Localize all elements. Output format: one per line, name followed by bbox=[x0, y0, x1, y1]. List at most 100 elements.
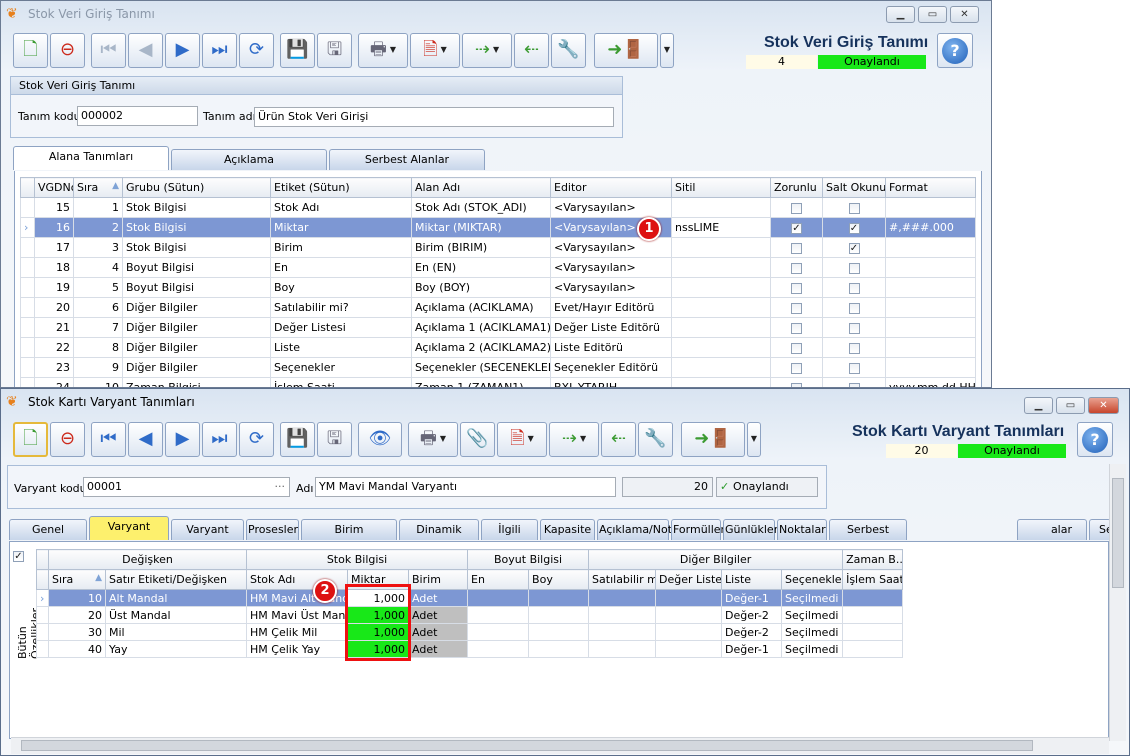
cell-no[interactable]: 18 bbox=[34, 257, 74, 278]
maximize-button[interactable]: ▭ bbox=[1056, 397, 1085, 414]
name-input[interactable]: Ürün Stok Veri Girişi bbox=[254, 107, 614, 127]
row-indicator[interactable] bbox=[20, 197, 35, 218]
table-row[interactable]: 24 10 Zaman Bilgisi İşlem Saati Zaman 1 (ZAM… bbox=[20, 377, 976, 387]
tab-8[interactable]: Açıklama/Not bbox=[597, 519, 672, 540]
cell-sitil[interactable] bbox=[671, 337, 771, 358]
exit-dropdown[interactable]: ▼ bbox=[660, 32, 674, 68]
cell-sira[interactable]: 1 bbox=[73, 197, 123, 218]
cell-satilabilir[interactable] bbox=[588, 640, 657, 658]
attach-button[interactable]: 📎 bbox=[460, 421, 495, 457]
table-row[interactable]: 17 3 Stok Bilgisi Birim Birim (BIRIM) <Varysa… bbox=[20, 237, 976, 258]
cell-alan[interactable]: Birim (BIRIM) bbox=[411, 237, 551, 258]
cell-satilabilir[interactable] bbox=[588, 589, 657, 607]
cell-no[interactable]: 24 bbox=[34, 377, 74, 387]
cell-birim[interactable]: Adet bbox=[408, 606, 469, 624]
cell-sira[interactable]: 5 bbox=[73, 277, 123, 298]
cell-liste[interactable]: Değer-1 bbox=[721, 640, 783, 658]
cell-stok-adi[interactable]: HM Çelik Mil bbox=[246, 623, 349, 641]
row-indicator[interactable] bbox=[20, 277, 35, 298]
cell-en[interactable] bbox=[467, 589, 530, 607]
row-indicator[interactable] bbox=[20, 257, 35, 278]
variant-code-input[interactable]: 00001 ··· bbox=[83, 477, 290, 497]
maximize-button[interactable]: ▭ bbox=[918, 6, 947, 23]
tab-10[interactable]: Günlükler bbox=[723, 519, 778, 540]
col-deger-listesi[interactable]: Değer Listesi bbox=[655, 569, 723, 590]
salt-checkbox[interactable]: ✓ bbox=[848, 242, 860, 254]
zorunlu-checkbox[interactable] bbox=[791, 302, 802, 314]
col-islem-saati[interactable]: İşlem Saati bbox=[842, 569, 904, 590]
cell-islem-saati[interactable] bbox=[842, 640, 904, 658]
cell-etiket[interactable]: Boy bbox=[270, 277, 412, 298]
cell-islem-saati[interactable] bbox=[842, 623, 904, 641]
cell-alan[interactable]: Miktar (MIKTAR) bbox=[411, 217, 551, 238]
tab-6[interactable]: İlgili Cariler bbox=[481, 519, 538, 556]
cell-editor[interactable]: Liste Editörü bbox=[550, 337, 672, 358]
cell-secenekler[interactable]: Seçilmedi bbox=[781, 640, 844, 658]
cell-satilabilir[interactable] bbox=[588, 606, 657, 624]
cell-stok-adi[interactable]: HM Çelik Yay bbox=[246, 640, 349, 658]
cell-editor[interactable]: Evet/Hayır Editörü bbox=[550, 297, 672, 318]
scroll-thumb[interactable] bbox=[1112, 478, 1124, 588]
cell-editor[interactable]: <Varysayılan> bbox=[550, 257, 672, 278]
cell-alan[interactable]: Açıklama (ACIKLAMA) bbox=[411, 297, 551, 318]
cell-islem-saati[interactable] bbox=[842, 606, 904, 624]
cell-deger-listesi[interactable] bbox=[655, 589, 723, 607]
pdf-button[interactable]: 🗎 ▼ bbox=[410, 32, 460, 68]
table-row[interactable]: ›10Alt MandalHM Mavi Alt Mandal1,000Adet… bbox=[36, 589, 904, 607]
cell-editor[interactable]: BXI_YTARIH bbox=[550, 377, 672, 387]
cell-grup[interactable]: Stok Bilgisi bbox=[122, 217, 271, 238]
cell-secenekler[interactable]: Seçilmedi bbox=[781, 623, 844, 641]
cell-boy[interactable] bbox=[528, 589, 590, 607]
cell-alan[interactable]: Stok Adı (STOK_ADI) bbox=[411, 197, 551, 218]
cell-editor[interactable]: <Varysayılan> bbox=[550, 237, 672, 258]
tab-1[interactable]: Varyant Detayı bbox=[89, 516, 169, 553]
cell-secenekler[interactable]: Seçilmedi bbox=[781, 589, 844, 607]
cell-sira[interactable]: 2 bbox=[73, 217, 123, 238]
col-salt-okunur[interactable]: Salt Okunur bbox=[822, 177, 886, 198]
tab-overflow-2[interactable]: Se bbox=[1089, 519, 1113, 540]
cell-liste[interactable]: Değer-2 bbox=[721, 623, 783, 641]
cell-sira[interactable]: 7 bbox=[73, 317, 123, 338]
cell-no[interactable]: 22 bbox=[34, 337, 74, 358]
tab-7[interactable]: Kapasite bbox=[540, 519, 595, 540]
cell-format[interactable] bbox=[885, 297, 976, 318]
salt-checkbox[interactable] bbox=[848, 262, 860, 274]
minimize-button[interactable]: ▁ bbox=[1024, 397, 1053, 414]
cell-no[interactable]: 20 bbox=[34, 297, 74, 318]
refresh-button[interactable]: ⟳ bbox=[239, 421, 274, 457]
exit-dropdown[interactable]: ▼ bbox=[747, 421, 761, 457]
col-satir-etiketi[interactable]: Satır Etiketi/Değişken bbox=[104, 569, 248, 590]
prev-button[interactable]: ◀ bbox=[128, 421, 163, 457]
cell-sitil[interactable] bbox=[671, 377, 771, 387]
cell-boy[interactable] bbox=[528, 640, 590, 658]
cell-sira[interactable]: 4 bbox=[73, 257, 123, 278]
cell-alan[interactable]: Zaman 1 (ZAMAN1) bbox=[411, 377, 551, 387]
table-row[interactable]: 30 Mil HM Çelik Mil 1,000 Adet Değer-2 Seçilme… bbox=[36, 623, 904, 641]
tools-button[interactable]: 🔧 bbox=[551, 32, 586, 68]
cell-etiket[interactable]: İşlem Saati bbox=[270, 377, 412, 387]
cell-no[interactable]: 23 bbox=[34, 357, 74, 378]
row-indicator[interactable] bbox=[36, 640, 49, 658]
code-input[interactable]: 000002 bbox=[77, 106, 198, 126]
help-button[interactable]: ? bbox=[1077, 422, 1113, 457]
cell-deger-listesi[interactable] bbox=[655, 606, 723, 624]
close-button[interactable]: ✕ bbox=[1088, 397, 1119, 414]
cell-etiket[interactable]: Stok Adı bbox=[270, 197, 412, 218]
tab-2[interactable]: Varyant Rota bbox=[171, 519, 244, 556]
col-sitil[interactable]: Sitil bbox=[671, 177, 771, 198]
refresh-button[interactable]: ⟳ bbox=[239, 32, 274, 68]
col-sira[interactable]: Sıra ▲ bbox=[73, 177, 123, 198]
pdf-button[interactable]: 🗎 ▼ bbox=[497, 421, 547, 457]
cell-sira[interactable]: 6 bbox=[73, 297, 123, 318]
zorunlu-checkbox[interactable] bbox=[791, 262, 802, 274]
cell-islem-saati[interactable] bbox=[842, 589, 904, 607]
exit-button[interactable]: ➜🚪 bbox=[594, 32, 658, 68]
table-row[interactable]: 40 Yay HM Çelik Yay 1,000 Adet Değer-1 Seçilme… bbox=[36, 640, 904, 658]
cell-grup[interactable]: Stok Bilgisi bbox=[122, 197, 271, 218]
cell-no[interactable]: 17 bbox=[34, 237, 74, 258]
row-indicator[interactable] bbox=[20, 297, 35, 318]
cell-alan[interactable]: Seçenekler (SECENEKLER) bbox=[411, 357, 551, 378]
cell-sitil[interactable] bbox=[671, 257, 771, 278]
save-button[interactable]: 💾 bbox=[280, 421, 315, 457]
cell-sira[interactable]: 10 bbox=[73, 377, 123, 387]
